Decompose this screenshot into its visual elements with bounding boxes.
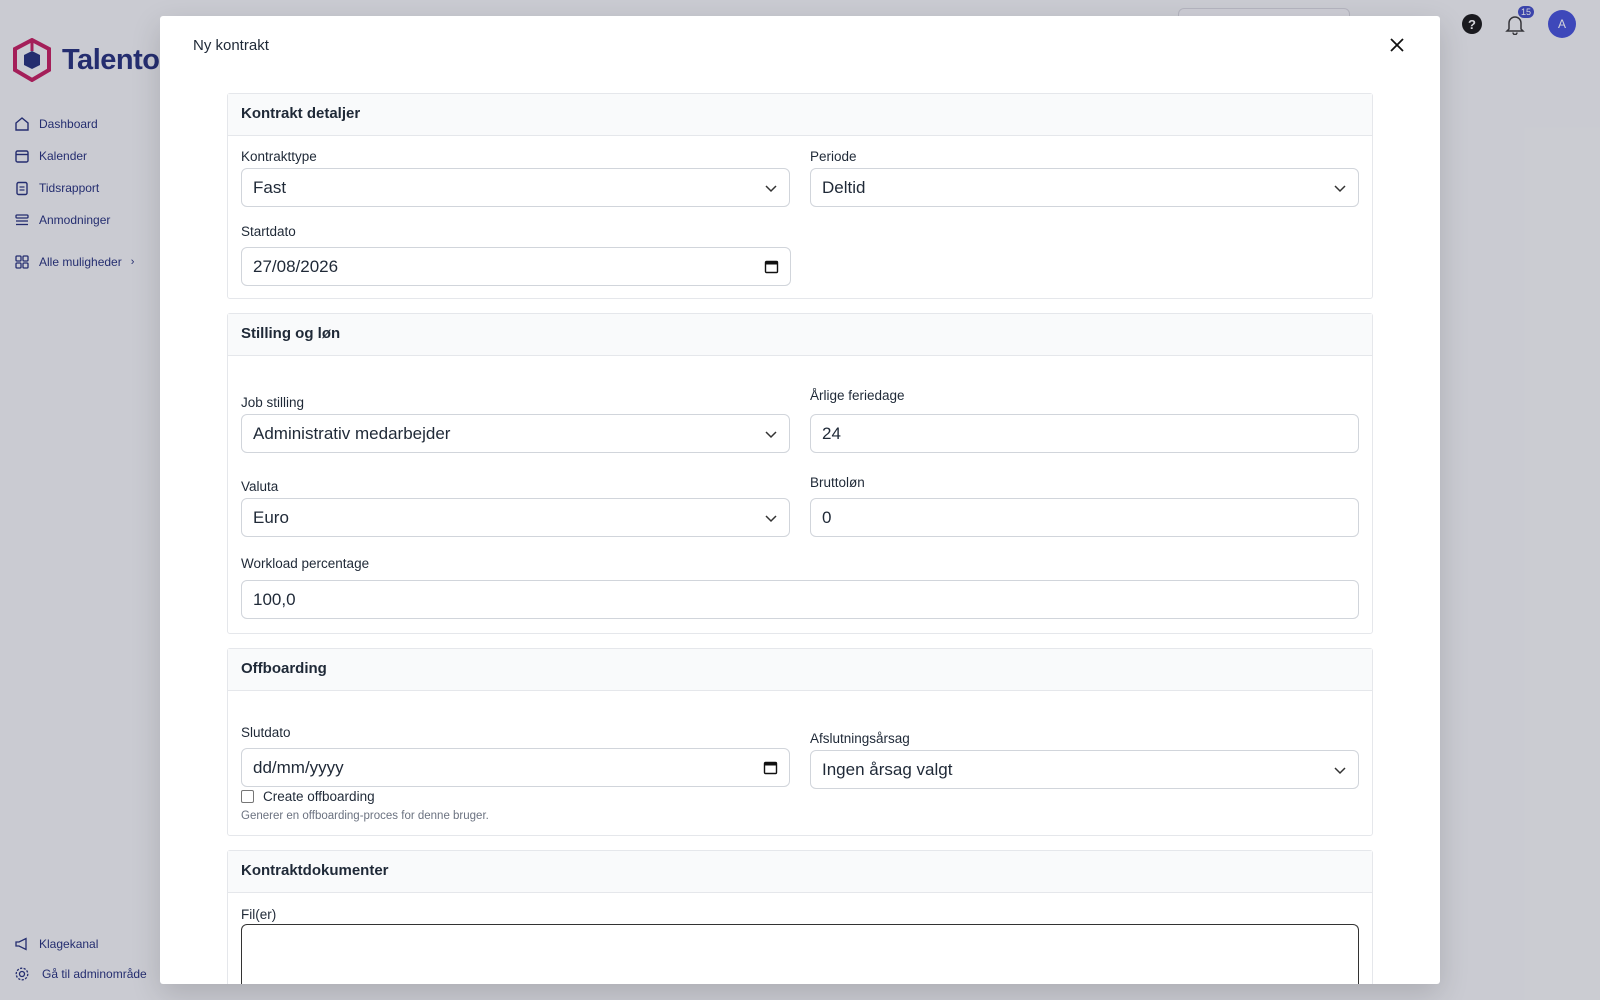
dialog-title: Ny kontrakt [193,37,269,54]
contract-type-label: Kontrakttype [241,149,317,164]
end-date-label: Slutdato [241,725,291,740]
create-offboarding-option: Create offboarding [241,789,790,804]
vacation-days-label: Årlige feriedage [810,388,905,403]
section-heading: Stilling og løn [228,314,1372,356]
currency-value: Euro [253,507,289,527]
contract-type-select[interactable]: Fast [241,168,790,207]
workload-input[interactable]: 100,0 [241,580,1359,619]
vacation-days-value: 24 [822,423,841,443]
end-date-placeholder: dd/mm/yyyy [253,757,344,777]
section-position-salary: Stilling og løn Job stilling Administrat… [227,313,1373,634]
chevron-down-icon [1334,184,1346,192]
period-value: Deltid [822,177,866,197]
gross-salary-value: 0 [822,507,832,527]
gross-salary-input[interactable]: 0 [810,498,1359,537]
start-date-input[interactable]: 27/08/2026 [241,247,791,286]
termination-reason-label: Afslutningsårsag [810,731,910,746]
files-label: Fil(er) [241,907,277,922]
section-heading: Kontrakt detaljer [228,94,1372,136]
create-offboarding-checkbox[interactable] [241,790,254,803]
gross-salary-label: Bruttoløn [810,475,865,490]
section-contract-documents: Kontraktdokumenter Fil(er) [227,850,1373,984]
termination-reason-select[interactable]: Ingen årsag valgt [810,750,1359,789]
end-date-input[interactable]: dd/mm/yyyy [241,748,790,787]
start-date-value: 27/08/2026 [253,256,339,276]
currency-select[interactable]: Euro [241,498,790,537]
contract-type-value: Fast [253,177,287,197]
vacation-days-input[interactable]: 24 [810,414,1359,453]
offboarding-hint: Generer en offboarding-proces for denne … [241,810,489,822]
section-contract-details: Kontrakt detaljer Kontrakttype Fast Peri… [227,93,1373,299]
currency-label: Valuta [241,479,279,494]
job-select[interactable]: Administrativ medarbejder [241,414,790,453]
section-heading: Kontraktdokumenter [228,851,1372,893]
calendar-picker-icon[interactable] [764,259,779,274]
chevron-down-icon [765,184,777,192]
dialog-body: Kontrakt detaljer Kontrakttype Fast Peri… [227,93,1373,984]
start-date-label: Startdato [241,224,296,239]
chevron-down-icon [765,514,777,522]
new-contract-dialog: Ny kontrakt Kontrakt detaljer Kontraktty… [160,16,1440,984]
period-label: Periode [810,149,857,164]
job-label: Job stilling [241,395,305,410]
chevron-down-icon [765,430,777,438]
section-heading: Offboarding [228,649,1372,691]
workload-label: Workload percentage [241,556,370,571]
termination-reason-value: Ingen årsag valgt [822,759,953,779]
dialog-header: Ny kontrakt [160,16,1440,76]
create-offboarding-label: Create offboarding [263,789,375,804]
file-upload-dropzone[interactable] [241,924,1359,984]
job-value: Administrativ medarbejder [253,423,451,443]
workload-value: 100,0 [253,589,296,609]
section-offboarding: Offboarding Slutdato dd/mm/yyyy Create o… [227,648,1373,836]
close-icon[interactable] [1388,36,1406,54]
calendar-picker-icon[interactable] [763,760,778,775]
period-select[interactable]: Deltid [810,168,1359,207]
chevron-down-icon [1334,766,1346,774]
